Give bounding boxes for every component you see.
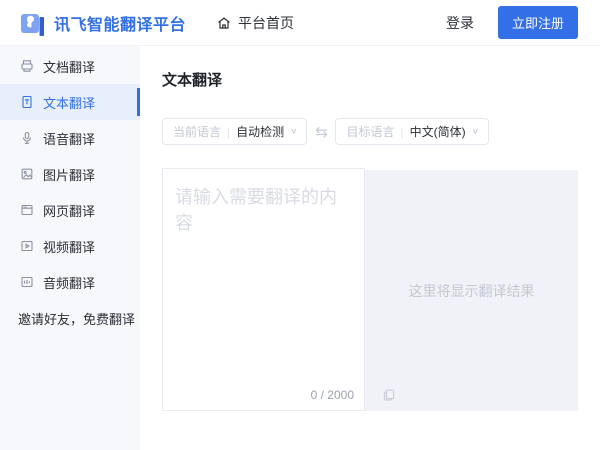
select-separator: | xyxy=(227,125,230,139)
nav-home[interactable]: 平台首页 xyxy=(216,13,294,33)
copy-icon[interactable] xyxy=(383,389,395,401)
sidebar-item-label: 文档翻译 xyxy=(43,57,95,76)
home-icon xyxy=(216,15,232,31)
sidebar-item-webpage-translate[interactable]: 网页翻译 xyxy=(0,192,140,228)
chevron-down-icon: ∨ xyxy=(472,127,479,136)
text-translate-icon xyxy=(20,95,34,109)
login-link[interactable]: 登录 xyxy=(446,13,474,33)
sidebar-item-label: 网页翻译 xyxy=(43,201,95,220)
source-language-prefix: 当前语言 xyxy=(173,123,221,140)
source-text-input[interactable] xyxy=(163,169,364,383)
sidebar-item-document-translate[interactable]: 文档翻译 xyxy=(0,48,140,84)
source-language-select[interactable]: 当前语言 | 自动检测 ∨ xyxy=(162,118,307,145)
logo-icon xyxy=(20,10,46,36)
voice-translate-icon xyxy=(20,131,34,145)
source-text-panel: 0 / 2000 xyxy=(162,168,365,411)
result-panel: 这里将显示翻译结果 xyxy=(365,170,578,411)
sidebar-item-label: 视频翻译 xyxy=(43,237,95,256)
sidebar-item-label: 语音翻译 xyxy=(43,129,95,148)
logo-text: 讯飞智能翻译平台 xyxy=(54,11,186,35)
sidebar-item-audio-translate[interactable]: 音频翻译 xyxy=(0,264,140,300)
logo[interactable]: 讯飞智能翻译平台 xyxy=(20,10,186,36)
header: 讯飞智能翻译平台 平台首页 登录 立即注册 xyxy=(0,0,600,46)
webpage-translate-icon xyxy=(20,203,34,217)
chevron-down-icon: ∨ xyxy=(290,127,297,136)
register-button[interactable]: 立即注册 xyxy=(498,6,578,39)
target-language-value: 中文(简体) xyxy=(410,123,466,140)
page-title: 文本翻译 xyxy=(162,72,578,89)
document-translate-icon xyxy=(20,59,34,73)
audio-translate-icon xyxy=(20,275,34,289)
sidebar: 文档翻译 文本翻译 语音翻译 图片翻译 xyxy=(0,46,140,450)
home-label: 平台首页 xyxy=(238,13,294,33)
image-translate-icon xyxy=(20,167,34,181)
target-language-prefix: 目标语言 xyxy=(346,123,394,140)
swap-languages-icon[interactable]: ⇆ xyxy=(307,123,335,141)
sidebar-item-image-translate[interactable]: 图片翻译 xyxy=(0,156,140,192)
language-select-row: 当前语言 | 自动检测 ∨ ⇆ 目标语言 | 中文(简体) ∨ xyxy=(162,118,578,145)
char-count: 0 / 2000 xyxy=(311,388,354,402)
result-placeholder-text: 这里将显示翻译结果 xyxy=(409,281,535,301)
sidebar-item-text-translate[interactable]: 文本翻译 xyxy=(0,84,140,120)
sidebar-item-voice-translate[interactable]: 语音翻译 xyxy=(0,120,140,156)
source-language-value: 自动检测 xyxy=(236,123,284,140)
translate-panels: 0 / 2000 这里将显示翻译结果 xyxy=(162,168,578,411)
sidebar-item-label: 图片翻译 xyxy=(43,165,95,184)
target-language-select[interactable]: 目标语言 | 中文(简体) ∨ xyxy=(335,118,488,145)
video-translate-icon xyxy=(20,239,34,253)
sidebar-item-label: 文本翻译 xyxy=(43,93,95,112)
sidebar-item-video-translate[interactable]: 视频翻译 xyxy=(0,228,140,264)
sidebar-invite-link[interactable]: 邀请好友，免费翻译 xyxy=(0,300,140,336)
page-body: 文档翻译 文本翻译 语音翻译 图片翻译 xyxy=(0,46,600,450)
select-separator: | xyxy=(401,125,404,139)
main-content: 文本翻译 当前语言 | 自动检测 ∨ ⇆ 目标语言 | 中文(简体) ∨ 0 /… xyxy=(140,46,600,450)
sidebar-item-label: 音频翻译 xyxy=(43,273,95,292)
